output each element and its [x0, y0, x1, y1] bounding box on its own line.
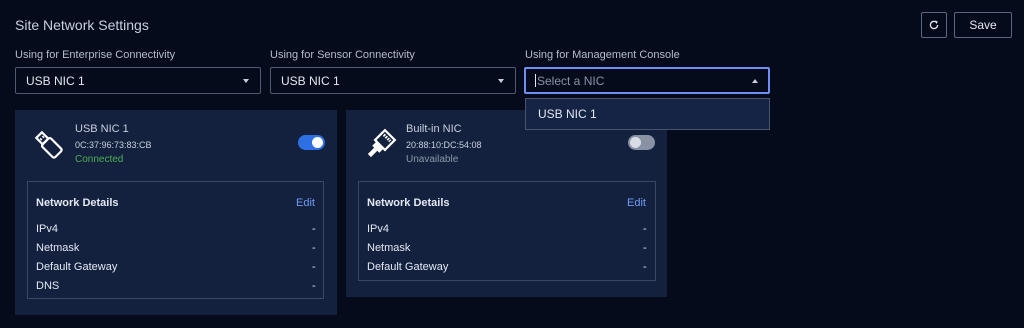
- detail-label-ipv4: IPv4: [367, 223, 390, 235]
- enterprise-connectivity-value: USB NIC 1: [26, 73, 85, 88]
- detail-label-gateway: Default Gateway: [36, 261, 118, 273]
- sensor-connectivity-label: Using for Sensor Connectivity: [270, 49, 415, 61]
- nic-enable-toggle[interactable]: [298, 135, 325, 150]
- nic-dropdown-menu: USB NIC 1: [525, 98, 770, 130]
- edit-link[interactable]: Edit: [627, 197, 646, 209]
- nic-name: Built-in NIC: [406, 123, 462, 135]
- caret-up-icon: [752, 79, 758, 83]
- detail-label-netmask: Netmask: [367, 242, 411, 254]
- detail-label-dns: DNS: [36, 280, 60, 292]
- nic-mac-address: 0C:37:96:73:83:CB: [75, 140, 152, 150]
- detail-value-dns: -: [312, 280, 316, 292]
- nic-card-builtin: Built-in NIC 20:88:10:DC:54:08 Unavailab…: [346, 110, 667, 297]
- nic-card-usb: USB NIC 1 0C:37:96:73:83:CB Connected Ne…: [15, 110, 337, 315]
- refresh-button[interactable]: [921, 12, 947, 38]
- refresh-icon: [929, 20, 939, 30]
- nic-status: Unavailable: [406, 154, 459, 165]
- edit-link[interactable]: Edit: [296, 197, 315, 209]
- network-details-panel: Network Details Edit IPv4 - Netmask - De…: [358, 181, 656, 281]
- detail-value-ipv4: -: [312, 223, 316, 235]
- detail-value-ipv4: -: [643, 223, 647, 235]
- network-details-panel: Network Details Edit IPv4 - Netmask - De…: [27, 181, 324, 299]
- caret-down-icon: [243, 79, 249, 83]
- detail-value-gateway: -: [312, 261, 316, 273]
- detail-value-netmask: -: [643, 242, 647, 254]
- text-cursor: [535, 74, 536, 87]
- nic-mac-address: 20:88:10:DC:54:08: [406, 140, 482, 150]
- detail-label-ipv4: IPv4: [36, 223, 59, 235]
- nic-name: USB NIC 1: [75, 123, 129, 135]
- save-button[interactable]: Save: [954, 12, 1012, 38]
- network-details-title: Network Details: [367, 197, 450, 209]
- management-console-placeholder: Select a NIC: [537, 73, 605, 88]
- toggle-knob: [630, 137, 641, 148]
- enterprise-connectivity-label: Using for Enterprise Connectivity: [15, 49, 176, 61]
- nic-enable-toggle[interactable]: [628, 135, 655, 150]
- detail-value-netmask: -: [312, 242, 316, 254]
- page-title: Site Network Settings: [15, 17, 149, 33]
- sensor-connectivity-select[interactable]: USB NIC 1: [270, 67, 516, 94]
- ethernet-icon: [367, 128, 397, 158]
- detail-label-netmask: Netmask: [36, 242, 80, 254]
- dropdown-option-usb-nic-1[interactable]: USB NIC 1: [538, 107, 597, 121]
- management-console-label: Using for Management Console: [525, 49, 680, 61]
- caret-down-icon: [498, 79, 504, 83]
- enterprise-connectivity-select[interactable]: USB NIC 1: [15, 67, 261, 94]
- management-console-select[interactable]: Select a NIC: [524, 67, 770, 94]
- detail-value-gateway: -: [643, 261, 647, 273]
- usb-icon: [34, 130, 63, 159]
- sensor-connectivity-value: USB NIC 1: [281, 73, 340, 88]
- nic-status: Connected: [75, 154, 124, 165]
- detail-label-gateway: Default Gateway: [367, 261, 449, 273]
- toggle-knob: [312, 137, 323, 148]
- network-details-title: Network Details: [36, 197, 119, 209]
